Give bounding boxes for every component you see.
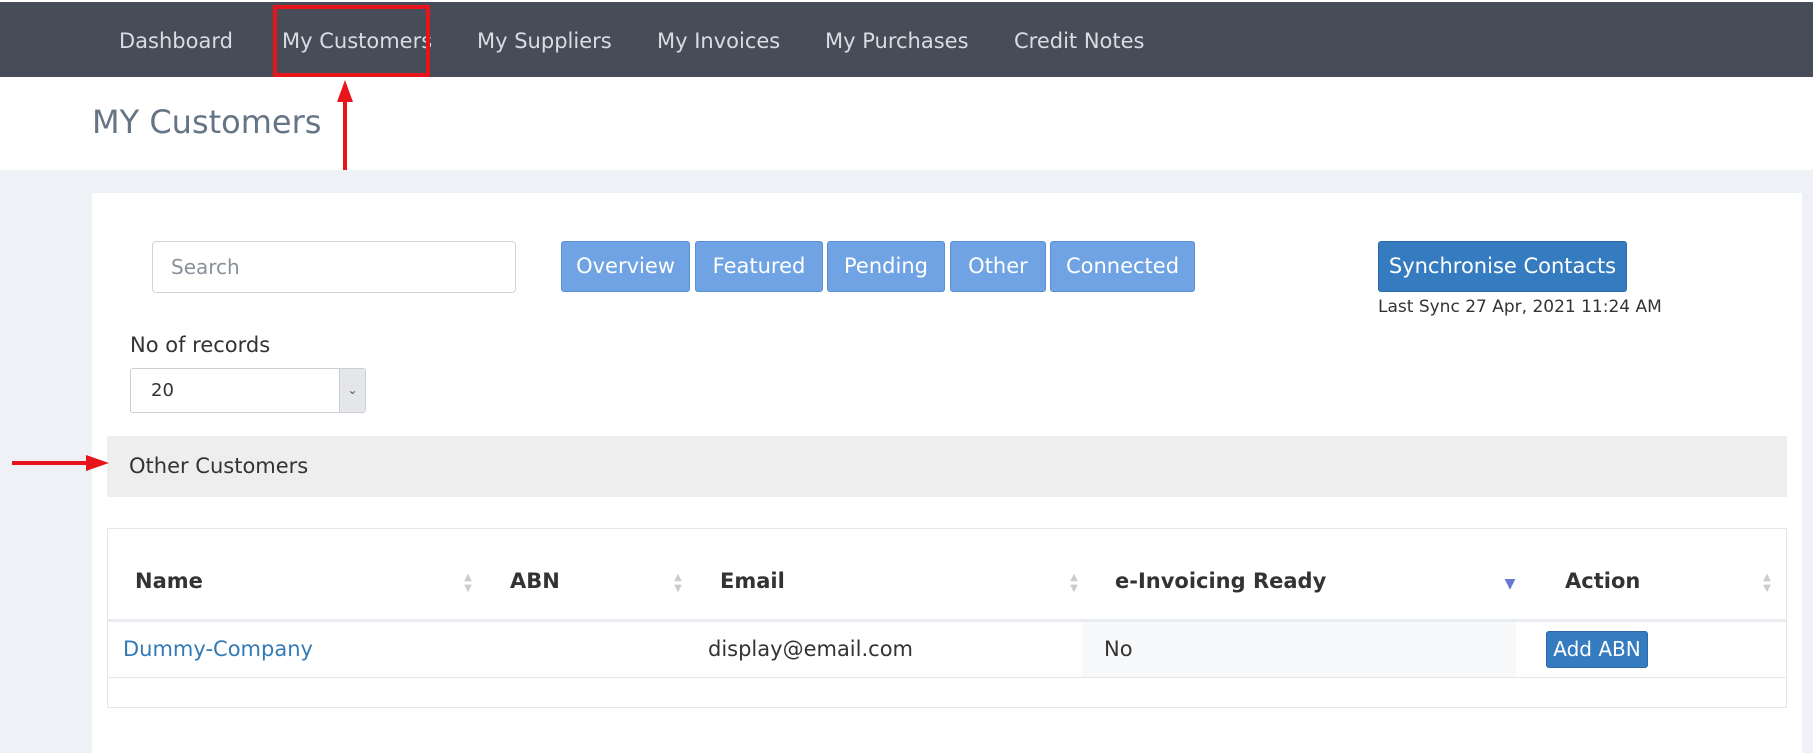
tab-overview[interactable]: Overview (561, 241, 690, 292)
tab-connected[interactable]: Connected (1050, 241, 1195, 292)
customer-einvoicing-ready: No (1104, 637, 1133, 661)
sort-icon[interactable]: ▲ ▼ (672, 572, 684, 594)
column-header-einvoicing-ready[interactable]: e-Invoicing Ready (1115, 569, 1326, 593)
sort-icon[interactable]: ▲ ▼ (1761, 572, 1773, 594)
top-navbar: Dashboard My Customers My Suppliers My I… (0, 0, 1813, 77)
nav-my-purchases[interactable]: My Purchases (825, 2, 969, 77)
chevron-down-icon[interactable]: ⌄ (339, 369, 365, 412)
synchronise-contacts-button[interactable]: Synchronise Contacts (1378, 241, 1627, 292)
customers-table: Name ▲ ▼ ABN ▲ ▼ Email ▲ ▼ e-Invoicing Read… (107, 528, 1787, 708)
column-header-email[interactable]: Email (720, 569, 785, 593)
nav-my-invoices[interactable]: My Invoices (657, 2, 780, 77)
tab-other[interactable]: Other (950, 241, 1046, 292)
page-header: MY Customers (0, 77, 1813, 170)
section-header: Other Customers (107, 436, 1787, 497)
sorted-column-shade (1082, 622, 1516, 677)
tab-featured[interactable]: Featured (695, 241, 823, 292)
section-title: Other Customers (129, 454, 309, 478)
nav-dashboard[interactable]: Dashboard (119, 2, 233, 77)
sort-icon[interactable]: ▲ ▼ (462, 572, 474, 594)
customer-name-link[interactable]: Dummy-Company (123, 622, 313, 676)
customer-email: display@email.com (708, 637, 914, 661)
table-header: Name ▲ ▼ ABN ▲ ▼ Email ▲ ▼ e-Invoicing Read… (108, 529, 1786, 622)
records-selected-value: 20 (151, 380, 174, 401)
records-select[interactable]: 20 ⌄ (130, 368, 366, 413)
add-abn-button[interactable]: Add ABN (1546, 631, 1648, 668)
sort-icon[interactable]: ▲ ▼ (1068, 572, 1080, 594)
nav-my-suppliers[interactable]: My Suppliers (477, 2, 612, 77)
nav-credit-notes[interactable]: Credit Notes (1014, 2, 1144, 77)
table-row: Dummy-Company display@email.com No Add A… (108, 622, 1786, 678)
column-header-abn[interactable]: ABN (510, 569, 560, 593)
last-sync-text: Last Sync 27 Apr, 2021 11:24 AM (1378, 297, 1662, 317)
sort-desc-icon[interactable]: ▼ (1504, 577, 1516, 591)
column-header-name[interactable]: Name (135, 569, 203, 593)
column-header-action[interactable]: Action (1565, 569, 1640, 593)
customers-panel: Overview Featured Pending Other Connecte… (92, 193, 1802, 753)
records-label: No of records (130, 333, 271, 357)
annotation-highlight-box (273, 5, 430, 77)
page-title: MY Customers (92, 103, 322, 141)
search-input[interactable] (152, 241, 516, 293)
tab-pending[interactable]: Pending (827, 241, 945, 292)
